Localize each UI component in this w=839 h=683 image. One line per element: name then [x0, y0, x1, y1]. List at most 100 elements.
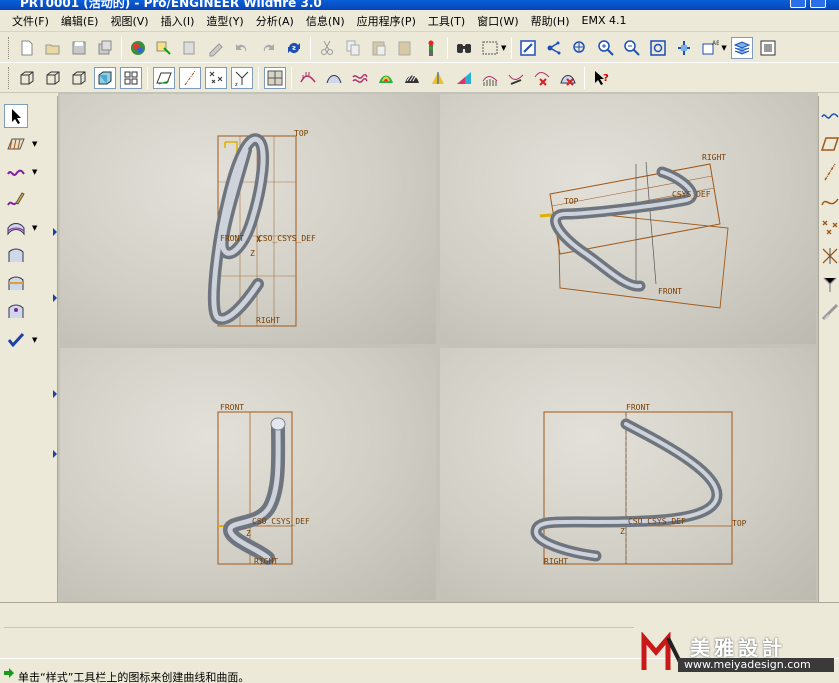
toolbar-grip[interactable] [8, 66, 11, 89]
datum-axes-icon[interactable] [179, 66, 201, 89]
wireframe-icon[interactable] [16, 67, 38, 89]
paste-special-icon[interactable] [394, 37, 416, 59]
menu-insert[interactable]: 插入(I) [155, 13, 201, 29]
trim-icon[interactable] [4, 272, 28, 296]
select-box-icon[interactable] [479, 37, 501, 59]
surface-dropdown-icon[interactable]: ▼ [32, 224, 37, 232]
draft-icon[interactable] [427, 67, 449, 89]
iso-view-viewport[interactable]: RIGHT TOP CSYS_DEF FRONT [440, 94, 816, 344]
top-view-viewport[interactable]: FRONT CSO_CSYS_DEF TOP RIGHT Z [440, 348, 816, 600]
menu-emx[interactable]: EMX 4.1 [576, 14, 633, 27]
find-icon[interactable] [453, 37, 475, 59]
no-hidden-icon[interactable] [68, 67, 90, 89]
datum-curve-icon[interactable] [821, 190, 839, 210]
repaint-icon[interactable] [517, 37, 539, 59]
slope-icon[interactable] [453, 67, 475, 89]
open-icon[interactable] [42, 37, 64, 59]
cut-icon[interactable] [316, 37, 338, 59]
select-box-dropdown-icon[interactable]: ▼ [501, 44, 506, 52]
grid-icon[interactable] [264, 66, 286, 89]
select-arrow-icon[interactable] [4, 104, 28, 128]
surface-icon[interactable] [4, 216, 28, 240]
checkmark-icon[interactable] [4, 328, 28, 352]
menu-window[interactable]: 窗口(W) [471, 13, 524, 29]
traffic-light-icon[interactable] [420, 37, 442, 59]
graphics-window[interactable]: TOP FRONT CSO_CSYS_DEF RIGHT Z RIGHT TOP… [58, 92, 818, 602]
datum-plane-icon[interactable] [821, 134, 839, 154]
curve-dropdown-icon[interactable]: ▼ [32, 168, 37, 176]
spin-center-icon[interactable] [543, 37, 565, 59]
minimize-button[interactable] [790, 0, 806, 8]
model-player-icon[interactable] [127, 37, 149, 59]
regenerate-icon[interactable] [153, 37, 175, 59]
menu-tools[interactable]: 工具(T) [422, 13, 471, 29]
save-icon[interactable] [68, 37, 90, 59]
saved-views-icon[interactable]: AB [699, 37, 721, 59]
menu-help[interactable]: 帮助(H) [525, 13, 576, 29]
plane-dropdown-icon[interactable]: ▼ [32, 140, 37, 148]
deviation-icon[interactable] [531, 67, 553, 89]
label-top: TOP [564, 197, 579, 206]
dihedral-icon[interactable] [557, 67, 579, 89]
paste-icon[interactable] [368, 37, 390, 59]
csys-icon[interactable]: z [231, 66, 253, 89]
menu-style[interactable]: 造型(Y) [200, 13, 249, 29]
plane-icon[interactable] [4, 132, 28, 156]
right-view-viewport[interactable]: FRONT CSO_CSYS_DEF RIGHT Z [60, 348, 436, 600]
menu-file[interactable]: 文件(F) [6, 13, 55, 29]
label-front: FRONT [220, 403, 244, 412]
menu-applications[interactable]: 应用程序(P) [351, 13, 422, 29]
edit-icon[interactable] [179, 37, 201, 59]
left-panel-splitter[interactable] [44, 96, 58, 602]
view-manager-icon[interactable] [757, 37, 779, 59]
toolbar-grip[interactable] [8, 36, 11, 59]
offset-icon[interactable] [505, 67, 527, 89]
curve-edit-icon[interactable] [4, 188, 28, 212]
redo-edit-icon[interactable] [205, 37, 227, 59]
shaded-curvature-icon[interactable] [375, 67, 397, 89]
menu-analysis[interactable]: 分析(A) [250, 13, 300, 29]
svg-text:AB: AB [712, 40, 719, 47]
surface-analysis-icon[interactable] [323, 67, 345, 89]
help-context-icon[interactable]: ? [590, 67, 612, 89]
curve-analysis-icon[interactable] [297, 67, 319, 89]
coordinate-system-icon[interactable] [821, 274, 839, 294]
analysis-feature-icon[interactable] [821, 302, 839, 322]
orient-icon[interactable] [569, 37, 591, 59]
watermark-url: www.meiyadesign.com [678, 658, 834, 672]
reflection-icon[interactable] [401, 67, 423, 89]
undo-icon[interactable] [231, 37, 253, 59]
layers-icon[interactable] [730, 36, 753, 59]
reorient-icon[interactable] [673, 37, 695, 59]
redo-icon[interactable] [257, 37, 279, 59]
save-copy-icon[interactable] [94, 37, 116, 59]
menu-info[interactable]: 信息(N) [300, 13, 351, 29]
datum-planes-icon[interactable] [153, 66, 175, 89]
zoom-out-icon[interactable] [621, 37, 643, 59]
offset-point-icon[interactable] [821, 246, 839, 266]
checkmark-dropdown-icon[interactable]: ▼ [32, 336, 37, 344]
refit-icon[interactable] [647, 37, 669, 59]
datum-axis-icon[interactable] [821, 162, 839, 182]
menu-edit[interactable]: 编辑(E) [55, 13, 105, 29]
surface-connect-icon[interactable] [4, 244, 28, 268]
new-icon[interactable] [16, 37, 38, 59]
copy-icon[interactable] [342, 37, 364, 59]
datum-points-icon[interactable] [205, 66, 227, 89]
four-views-icon[interactable] [120, 66, 142, 89]
front-view-viewport[interactable]: TOP FRONT CSO_CSYS_DEF RIGHT Z [60, 94, 436, 344]
curvature-icon[interactable] [349, 67, 371, 89]
surface-edit-icon[interactable] [4, 300, 28, 324]
refresh-icon[interactable] [283, 37, 305, 59]
menu-view[interactable]: 视图(V) [104, 13, 154, 29]
saved-views-dropdown-icon[interactable]: ▼ [721, 44, 726, 52]
section-icon[interactable] [479, 67, 501, 89]
curve-icon[interactable] [4, 160, 28, 184]
label-top: TOP [732, 519, 747, 528]
datum-point-icon[interactable] [821, 218, 839, 238]
zoom-in-icon[interactable] [595, 37, 617, 59]
shading-icon[interactable] [94, 66, 116, 89]
sketched-curve-icon[interactable] [821, 106, 839, 126]
maximize-button[interactable] [810, 0, 826, 8]
hidden-line-icon[interactable] [42, 67, 64, 89]
